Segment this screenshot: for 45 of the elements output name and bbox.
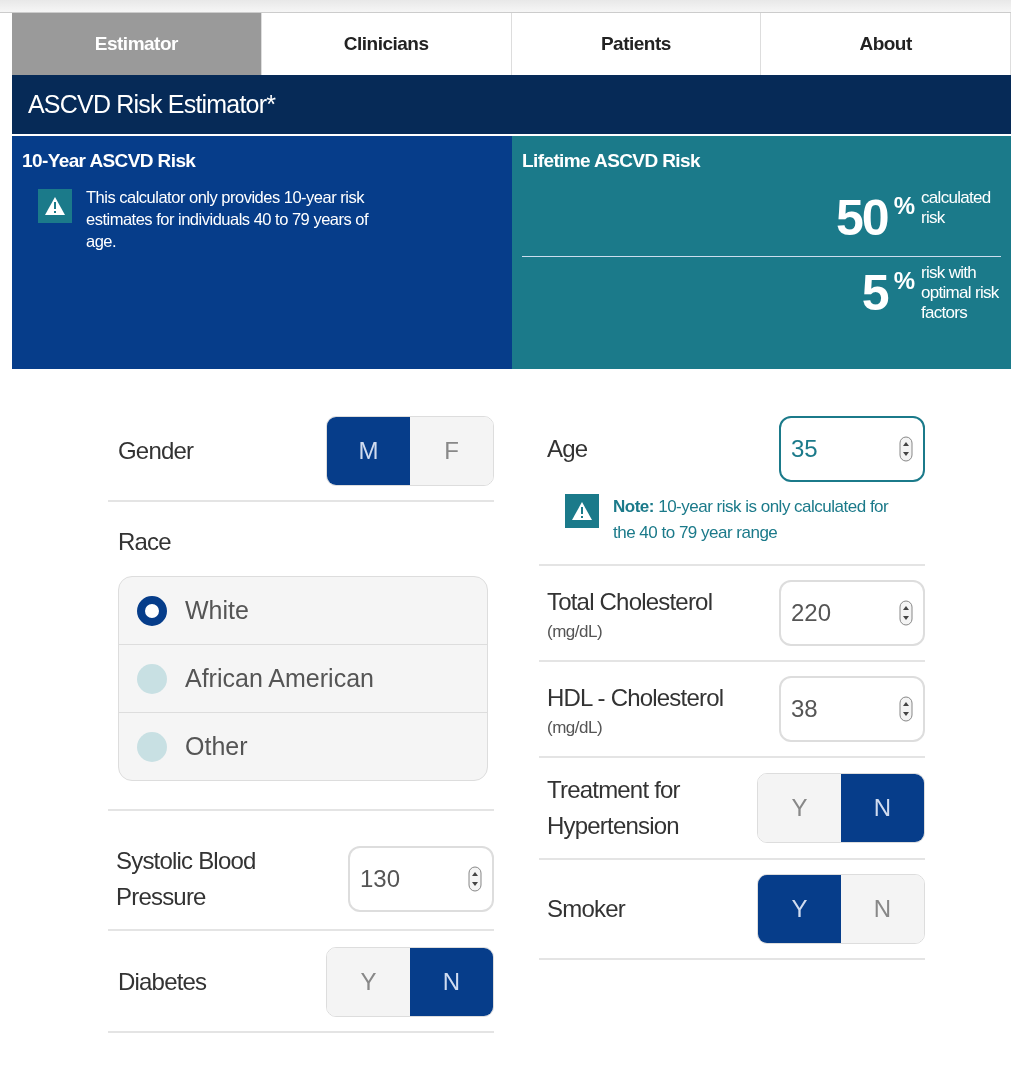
panel-title: 10-Year ASCVD Risk <box>22 150 196 171</box>
toggle-option[interactable]: N <box>841 774 924 842</box>
field-label: Race <box>118 528 171 555</box>
radio-option[interactable]: White <box>119 577 487 644</box>
field-label: Total Cholesterol <box>547 587 713 617</box>
field-label: Age <box>547 434 588 464</box>
percent-sign: % <box>893 267 915 295</box>
field-label: Gender <box>118 436 194 466</box>
radio-button[interactable] <box>137 731 167 762</box>
radio-option[interactable]: Other <box>119 712 487 780</box>
spinner-icon[interactable] <box>899 436 913 462</box>
panel-title: Lifetime ASCVD Risk <box>522 150 700 172</box>
warning-icon <box>38 189 72 223</box>
field-label: Diabetes <box>118 967 207 997</box>
field-label: Systolic Blood Pressure <box>116 846 257 912</box>
number-field[interactable]: 130 <box>348 846 494 912</box>
spinner-icon[interactable] <box>899 600 913 626</box>
spinner-icon[interactable] <box>468 866 482 892</box>
radio-option[interactable]: African American <box>119 644 487 712</box>
warning-icon <box>565 494 599 528</box>
toggle-option[interactable]: N <box>410 948 493 1016</box>
risk-label: calculated risk <box>921 188 992 228</box>
radio-label: African American <box>185 664 374 693</box>
page-title: ASCVD Risk Estimator* <box>28 90 276 119</box>
radio-label: Other <box>185 732 248 761</box>
risk-label: risk with optimal risk factors <box>921 263 1000 323</box>
radio-label: White <box>185 596 249 625</box>
field-label: Treatment for Hypertension <box>547 775 681 841</box>
warning-text: This calculator only provides 10-year risk estimates for individuals 40 to 79 years of age. <box>86 187 370 252</box>
number-field[interactable]: 220 <box>779 580 925 646</box>
toggle-option[interactable]: Y <box>758 875 841 943</box>
risk-value: 5 <box>861 264 888 323</box>
spinner-icon[interactable] <box>899 696 913 722</box>
field-label: HDL - Cholesterol <box>547 683 724 713</box>
radio-button[interactable] <box>137 663 167 694</box>
percent-sign: % <box>893 192 915 220</box>
unit-label: (mg/dL) <box>547 622 604 642</box>
number-field[interactable]: 38 <box>779 676 925 742</box>
number-field[interactable]: 35 <box>779 416 925 482</box>
toggle-option[interactable]: M <box>327 417 410 485</box>
note-text: Note: 10-year risk is only calculated for the 40 to 79 year range <box>613 496 890 544</box>
field-label: Smoker <box>547 894 625 924</box>
risk-value: 50 <box>836 189 888 248</box>
unit-label: (mg/dL) <box>547 718 604 738</box>
radio-button[interactable] <box>137 595 167 626</box>
